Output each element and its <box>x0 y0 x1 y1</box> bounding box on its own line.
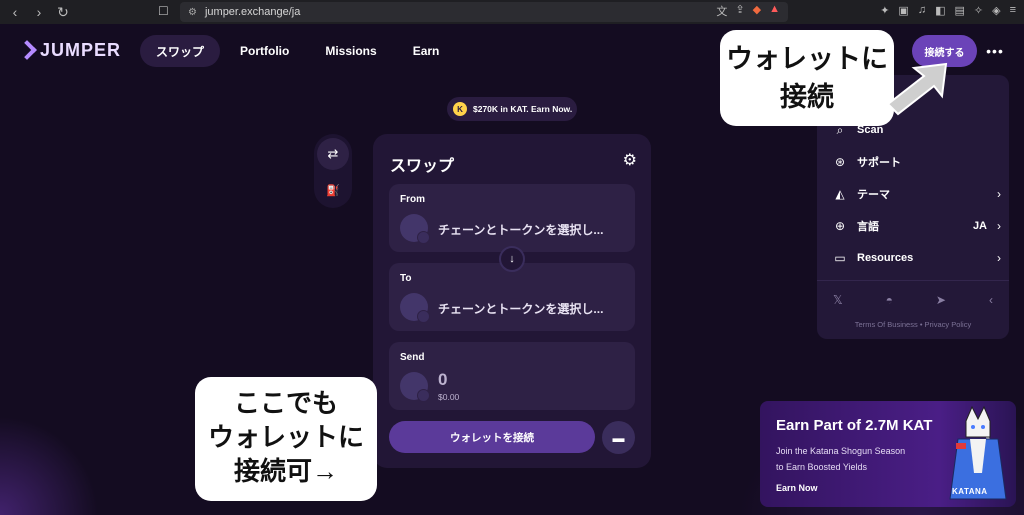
to-field[interactable]: To チェーンとトークンを選択し... <box>389 263 635 331</box>
callout-top-line2: 接続 <box>780 82 834 112</box>
to-label: To <box>400 273 412 284</box>
legal-links[interactable]: Terms Of Business • Privacy Policy <box>817 320 1009 329</box>
callout-connect-bottom: ここでも ウォレットに 接続可→ <box>195 377 377 501</box>
banner-subtitle-line1: Join the Katana Shogun Season <box>776 446 906 456</box>
chevron-right-icon: › <box>997 219 1001 233</box>
send-field[interactable]: Send 0 $0.00 <box>389 342 635 410</box>
chevron-right-icon: › <box>997 251 1001 265</box>
callout-bottom-line1: ここでも <box>233 388 338 418</box>
forward-icon[interactable]: › <box>32 4 46 21</box>
send-amount[interactable]: 0 <box>438 370 447 390</box>
gas-refuel-icon[interactable]: ⛽ <box>317 174 349 206</box>
callout-bottom-line2: ウォレットに <box>207 422 364 452</box>
sidebar-icon[interactable]: ◧ <box>935 4 945 17</box>
banner-subtitle-line2: to Earn Boosted Yields <box>776 462 868 472</box>
chevron-right-icon: › <box>997 187 1001 201</box>
wallet-icon[interactable]: ▬ <box>602 421 635 454</box>
side-rail: ⇄ ⛽ <box>314 134 352 208</box>
from-select-text: チェーンとトークンを選択し... <box>438 223 604 237</box>
to-token-placeholder <box>400 293 430 323</box>
send-usd-value: $0.00 <box>438 392 460 402</box>
tab-portfolio[interactable]: Portfolio <box>224 35 305 67</box>
to-select-text: チェーンとトークンを選択し... <box>438 302 604 316</box>
menu-divider <box>817 280 1009 281</box>
back-icon[interactable]: ‹ <box>8 4 22 21</box>
collapse-icon[interactable]: ‹ <box>989 293 993 307</box>
menu-icon[interactable]: ≡ <box>1010 4 1016 17</box>
address-bar[interactable]: ⚙ jumper.exchange/ja 文 ⇪ ◆ ▲ <box>180 2 788 22</box>
from-field[interactable]: From チェーンとトークンを選択し... <box>389 184 635 252</box>
support-icon: ⊛ <box>834 155 846 169</box>
menu-item-theme[interactable]: ◭ テーマ › <box>833 183 1001 205</box>
from-label: From <box>400 194 425 205</box>
from-token-placeholder <box>400 214 430 244</box>
folder-icon: ▭ <box>834 251 846 265</box>
jumper-logo-icon <box>18 41 34 61</box>
katana-brand: KATANA <box>952 487 988 496</box>
kat-token-icon: K <box>453 102 467 116</box>
promo-text: $270K in KAT. Earn Now. <box>473 104 573 114</box>
menu-item-language[interactable]: ⊕ 言語 JA › <box>833 215 1001 237</box>
screenshot-icon[interactable]: ▣ <box>898 4 908 17</box>
wallet-ext-icon[interactable]: ▤ <box>954 4 964 17</box>
promo-pill[interactable]: K $270K in KAT. Earn Now. <box>447 97 577 121</box>
menu-item-resources[interactable]: ▭ Resources › <box>833 247 1001 269</box>
top-navigation: スワップ Portfolio Missions Earn <box>140 35 459 67</box>
bookmark-icon[interactable]: ☐ <box>158 4 169 18</box>
callout-arrow-icon <box>886 62 948 116</box>
katana-promo-banner[interactable]: Earn Part of 2.7M KAT Join the Katana Sh… <box>760 401 1016 507</box>
settings-gear-icon[interactable]: ⚙ <box>623 150 637 170</box>
x-icon[interactable]: 𝕏 <box>833 293 843 307</box>
menu-item-support[interactable]: ⊛ サポート <box>833 151 1001 173</box>
logo[interactable]: JUMPER <box>18 40 121 61</box>
swap-direction-icon[interactable]: ↓ <box>499 246 525 272</box>
logo-text: JUMPER <box>40 40 122 60</box>
swap-title: スワップ <box>390 158 455 175</box>
extensions-icon[interactable]: ✦ <box>880 4 889 17</box>
telegram-icon[interactable]: ➤ <box>936 293 946 307</box>
reload-icon[interactable]: ↻ <box>56 4 70 21</box>
banner-earn-now-link[interactable]: Earn Now <box>776 483 818 493</box>
callout-connect-top: ウォレットに 接続 <box>720 30 894 126</box>
banner-subtitle: Join the Katana Shogun Season to Earn Bo… <box>776 443 936 475</box>
brave-rewards-icon[interactable]: ▲ <box>769 3 780 19</box>
more-menu-icon[interactable]: ••• <box>981 35 1009 67</box>
brave-shield-icon[interactable]: ◆ <box>753 3 761 19</box>
extension-bar: ✦ ▣ ♫ ◧ ▤ ✧ ◈ ≡ <box>880 4 1016 17</box>
globe-icon: ⊕ <box>834 219 846 233</box>
tab-missions[interactable]: Missions <box>309 35 392 67</box>
tab-swap[interactable]: スワップ <box>140 35 221 67</box>
swap-widget: スワップ ⚙ From チェーンとトークンを選択し... To チェーンとトーク… <box>373 134 651 468</box>
browser-nav: ‹ › ↻ <box>0 4 150 21</box>
send-label: Send <box>400 352 425 363</box>
jumper-app: JUMPER スワップ Portfolio Missions Earn 接続する… <box>0 24 1024 515</box>
language-value: JA <box>972 220 987 232</box>
site-settings-icon[interactable]: ⚙ <box>188 7 197 18</box>
theme-icon: ◭ <box>835 187 845 201</box>
url-text: jumper.exchange/ja <box>204 6 301 18</box>
swap-mode-icon[interactable]: ⇄ <box>317 138 349 170</box>
translate-icon[interactable]: 文 <box>716 3 727 19</box>
banner-title: Earn Part of 2.7M KAT <box>776 417 933 434</box>
browser-toolbar: ‹ › ↻ ☐ ⚙ jumper.exchange/ja 文 ⇪ ◆ ▲ ✦ ▣… <box>0 0 1024 24</box>
callout-bottom-line3: 接続可→ <box>233 456 338 486</box>
ai-icon[interactable]: ✧ <box>974 4 983 17</box>
tab-earn[interactable]: Earn <box>397 35 456 67</box>
send-token-placeholder <box>400 372 430 402</box>
share-icon[interactable]: ⇪ <box>735 3 744 19</box>
discord-icon[interactable]: ◓ <box>886 293 893 307</box>
social-links: 𝕏 ◓ ➤ ‹ <box>833 293 993 307</box>
media-icon[interactable]: ♫ <box>918 4 926 17</box>
vpn-icon[interactable]: ◈ <box>992 4 1000 17</box>
callout-top-line1: ウォレットに <box>726 44 888 74</box>
wallet-connect-button[interactable]: ウォレットを接続 <box>389 421 595 453</box>
